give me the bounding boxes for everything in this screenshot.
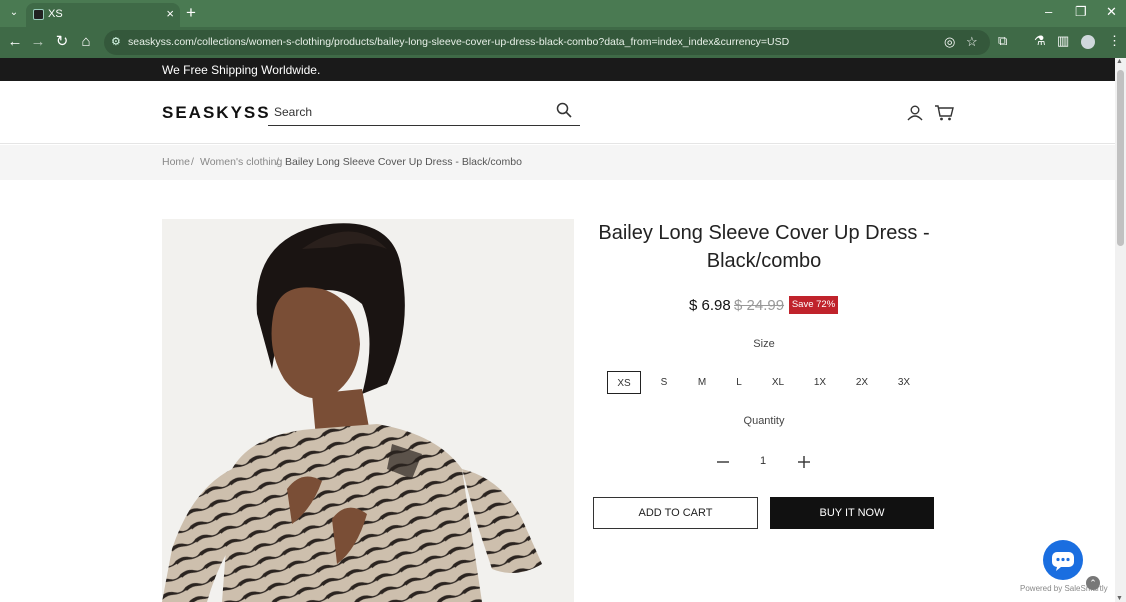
tab-close-icon[interactable]: × <box>166 6 174 21</box>
forward-icon[interactable]: → <box>29 33 47 51</box>
site-info-icon[interactable]: ⚙ <box>111 35 121 48</box>
size-option-xl[interactable]: XL <box>765 371 791 394</box>
window-close-icon[interactable]: ✕ <box>1106 4 1117 20</box>
search-icon[interactable] <box>556 102 572 118</box>
eye-off-icon[interactable]: ◎ <box>944 34 955 50</box>
site-favicon-icon <box>33 9 44 20</box>
breadcrumb: Home / Women's clothing / Bailey Long Sl… <box>0 145 1115 180</box>
home-icon[interactable]: ⌂ <box>77 33 95 51</box>
add-to-cart-button[interactable]: ADD TO CART <box>593 497 758 529</box>
search-input[interactable] <box>274 102 544 122</box>
page-scrollbar[interactable]: ▲ ▼ <box>1115 58 1126 602</box>
save-badge: Save 72% <box>789 296 838 314</box>
product-image[interactable] <box>162 219 574 602</box>
reload-icon[interactable]: ↻ <box>53 33 71 51</box>
breadcrumb-separator: / <box>276 156 279 168</box>
breadcrumb-separator: / <box>191 156 194 168</box>
buy-now-button[interactable]: BUY IT NOW <box>770 497 934 529</box>
breadcrumb-home[interactable]: Home <box>162 156 190 168</box>
url-text[interactable]: seaskyss.com/collections/women-s-clothin… <box>128 36 789 48</box>
browser-tab-strip: ⌄ XS × + – ❐ ✕ <box>0 0 1126 27</box>
quantity-plus-icon[interactable] <box>796 454 812 470</box>
quantity-minus-icon[interactable] <box>715 454 731 470</box>
search-bar <box>268 98 580 126</box>
browser-toolbar: ← → ↻ ⌂ ⚙ seaskyss.com/collections/women… <box>0 27 1126 58</box>
scroll-down-icon[interactable]: ▼ <box>1116 595 1123 602</box>
price-row: $ 6.98 $ 24.99 <box>598 295 930 317</box>
restore-icon[interactable]: ❐ <box>1075 4 1087 20</box>
tab-title: XS <box>48 8 63 20</box>
quantity-label: Quantity <box>743 415 785 427</box>
scroll-to-top-icon[interactable]: ⌃ <box>1086 576 1100 590</box>
product-title: Bailey Long Sleeve Cover Up Dress - Blac… <box>598 222 930 272</box>
account-icon[interactable] <box>906 104 924 122</box>
labs-icon[interactable]: ⚗ <box>1034 33 1046 49</box>
announcement-bar: We Free Shipping Worldwide. <box>0 58 1115 81</box>
tab-search-icon[interactable]: ⌄ <box>6 5 22 21</box>
cart-icon[interactable] <box>934 104 954 122</box>
new-tab-icon[interactable]: + <box>186 3 196 23</box>
chat-widget-button[interactable] <box>1043 540 1083 580</box>
site-logo[interactable]: SEASKYSS <box>162 103 271 123</box>
address-bar[interactable]: ⚙ seaskyss.com/collections/women-s-cloth… <box>104 30 990 55</box>
browser-tab[interactable]: XS × <box>26 3 180 27</box>
size-option-xs[interactable]: XS <box>607 371 641 394</box>
size-label: Size <box>753 338 775 350</box>
size-option-2x[interactable]: 2X <box>849 371 875 394</box>
side-panel-icon[interactable]: ▥ <box>1057 33 1069 49</box>
breadcrumb-category[interactable]: Women's clothing <box>200 156 282 168</box>
back-icon[interactable]: ← <box>6 33 24 51</box>
quantity-value[interactable]: 1 <box>752 455 774 467</box>
scrollbar-thumb[interactable] <box>1117 70 1124 246</box>
profile-avatar[interactable] <box>1081 35 1095 49</box>
site-header: SEASKYSS <box>0 81 1115 144</box>
compare-price: $ 24.99 <box>734 297 785 314</box>
breadcrumb-current: Bailey Long Sleeve Cover Up Dress - Blac… <box>285 156 522 168</box>
product-photo-model <box>162 219 574 602</box>
size-option-3x[interactable]: 3X <box>891 371 917 394</box>
size-option-m[interactable]: M <box>690 371 714 394</box>
minimize-icon[interactable]: – <box>1045 4 1052 19</box>
chat-icon <box>1052 552 1074 571</box>
size-option-l[interactable]: L <box>727 371 751 394</box>
sale-price: $ 6.98 <box>689 297 731 314</box>
scroll-up-icon[interactable]: ▲ <box>1116 58 1123 65</box>
extensions-icon[interactable]: ⧉ <box>998 33 1007 49</box>
bookmark-star-icon[interactable]: ☆ <box>966 34 978 50</box>
announcement-text: We Free Shipping Worldwide. <box>162 63 321 77</box>
browser-menu-icon[interactable]: ⋮ <box>1108 33 1121 49</box>
size-option-s[interactable]: S <box>652 371 676 394</box>
size-option-1x[interactable]: 1X <box>807 371 833 394</box>
